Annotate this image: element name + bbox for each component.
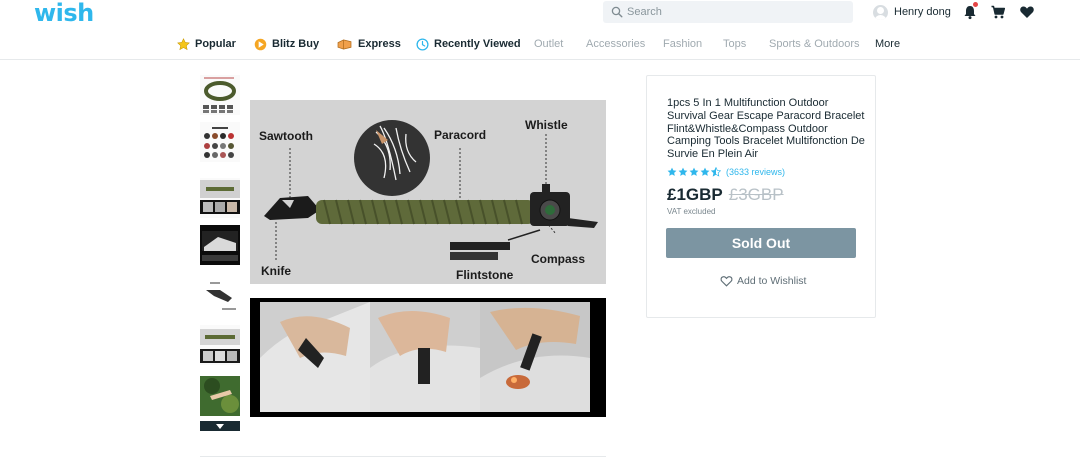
product-thumbnail[interactable] [200, 376, 240, 416]
star-full-icon [689, 167, 699, 176]
product-main-image[interactable]: Sawtooth Paracord Whistle Knife Flintsto… [250, 100, 606, 284]
add-to-wishlist-button[interactable]: Add to Wishlist [720, 275, 806, 287]
star-half-icon [711, 167, 721, 177]
express-icon [337, 38, 352, 50]
nav-item-popular[interactable]: Popular [177, 36, 236, 52]
star-full-icon [667, 167, 677, 176]
product-rating[interactable]: (3633 reviews) [667, 166, 785, 178]
label-whistle: Whistle [525, 118, 568, 132]
user-menu[interactable]: Henry dong [873, 3, 951, 21]
cart-icon[interactable] [990, 4, 1006, 20]
notification-dot [973, 2, 978, 7]
star-full-icon [678, 167, 688, 176]
product-thumbnail[interactable] [200, 325, 240, 365]
product-info-card: 1pcs 5 In 1 Multifunction Outdoor Surviv… [646, 75, 876, 318]
nav-item-more[interactable]: More [875, 36, 900, 52]
product-thumbnail[interactable] [200, 122, 240, 162]
original-price: £3GBP [728, 185, 784, 204]
divider [200, 456, 606, 457]
nav-item-express[interactable]: Express [336, 36, 401, 52]
review-count[interactable]: (3633 reviews) [726, 167, 785, 177]
product-title: 1pcs 5 In 1 Multifunction Outdoor Surviv… [667, 97, 865, 161]
product-thumbnail[interactable] [200, 75, 240, 115]
product-thumbnail[interactable] [200, 178, 240, 218]
vat-note: VAT excluded [667, 207, 716, 216]
star-icon [177, 37, 190, 50]
nav-item-accessories[interactable]: Accessories [586, 36, 645, 52]
user-name: Henry dong [894, 6, 951, 18]
clock-icon [416, 37, 429, 51]
nav-item-recently-viewed[interactable]: Recently Viewed [416, 36, 521, 52]
search-input[interactable] [627, 1, 847, 23]
product-thumbnail[interactable] [200, 278, 240, 318]
category-nav: Popular Blitz Buy Express Recently Viewe… [0, 30, 1080, 60]
search-icon [611, 6, 623, 18]
heart-outline-icon [720, 276, 733, 287]
header: wish Henry dong [0, 0, 1080, 30]
label-compass: Compass [531, 252, 586, 266]
label-paracord: Paracord [434, 128, 487, 142]
sold-out-button[interactable]: Sold Out [666, 228, 856, 258]
product-secondary-image[interactable] [250, 298, 606, 417]
label-knife: Knife [261, 264, 291, 278]
label-flintstone: Flintstone [456, 268, 514, 282]
nav-item-tops[interactable]: Tops [723, 36, 746, 52]
product-thumbnail[interactable] [200, 225, 240, 265]
label-sawtooth: Sawtooth [259, 129, 313, 143]
avatar [873, 4, 888, 20]
search-bar[interactable] [603, 1, 853, 23]
price-row: £1GBP £3GBP [667, 185, 784, 205]
thumbnail-scroll-down-button[interactable] [200, 421, 240, 431]
heart-icon[interactable] [1019, 4, 1035, 20]
star-full-icon [700, 167, 710, 176]
blitz-buy-icon [254, 38, 267, 50]
wish-logo[interactable]: wish [34, 0, 94, 27]
nav-item-outlet[interactable]: Outlet [534, 36, 563, 52]
nav-item-blitz-buy[interactable]: Blitz Buy [254, 36, 319, 52]
current-price: £1GBP [667, 185, 723, 204]
nav-item-fashion[interactable]: Fashion [663, 36, 702, 52]
nav-item-sports-outdoors[interactable]: Sports & Outdoors [769, 36, 860, 52]
chevron-down-icon [216, 423, 224, 429]
